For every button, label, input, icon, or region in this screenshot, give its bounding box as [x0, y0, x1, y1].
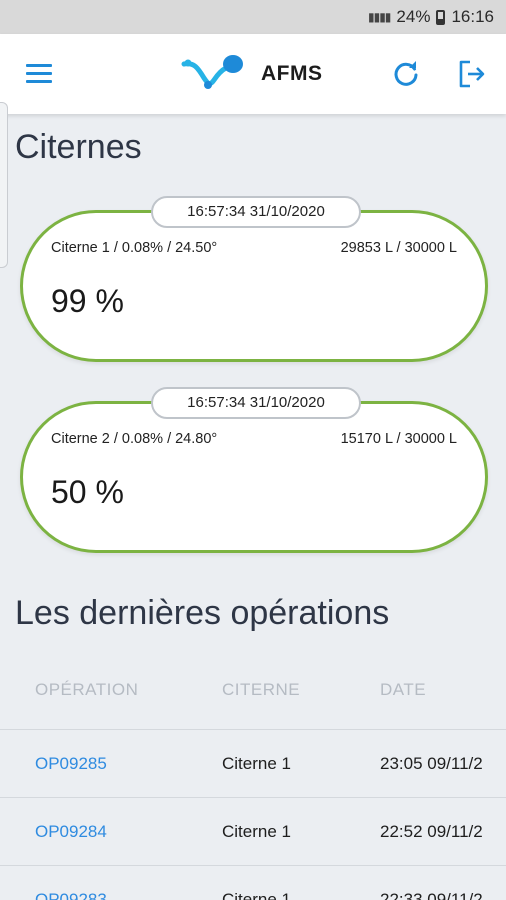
- tank-name: Citerne 2 / 0.08% / 24.80°: [51, 431, 218, 447]
- refresh-icon: [394, 61, 418, 86]
- tank-timestamp: 16:57:34 31/10/2020: [151, 387, 361, 419]
- app-bar: AFMS: [0, 34, 506, 114]
- battery-icon: [436, 9, 446, 25]
- operation-tank: Citerne 1: [222, 822, 291, 841]
- tank-fill-percent: 50 %: [51, 474, 124, 510]
- tank-timestamp: 16:57:34 31/10/2020: [151, 196, 361, 228]
- refresh-button[interactable]: [390, 58, 422, 90]
- operation-link[interactable]: OP09284: [35, 822, 107, 842]
- tank-fill-percent: 99 %: [51, 283, 124, 319]
- menu-button[interactable]: [22, 60, 58, 88]
- operation-link[interactable]: OP09283: [35, 890, 107, 900]
- operation-link[interactable]: OP09285: [35, 754, 107, 774]
- table-row[interactable]: OP09284 Citerne 1 22:52 09/11/2: [0, 797, 506, 864]
- column-header-operation: OPÉRATION: [35, 680, 139, 699]
- logout-icon: [459, 60, 485, 88]
- app-title: AFMS: [261, 62, 323, 85]
- afms-logo-icon: [181, 55, 243, 89]
- operation-date: 22:33 09/11/2: [380, 890, 483, 900]
- hamburger-menu-icon: [26, 64, 52, 67]
- operation-tank: Citerne 1: [222, 754, 291, 773]
- column-header-tank: CITERNE: [222, 680, 301, 699]
- hamburger-line: [26, 72, 52, 75]
- table-row[interactable]: OP09283 Citerne 1 22:33 09/11/2: [0, 865, 506, 900]
- tanks-section-title: Citernes: [15, 128, 142, 166]
- battery-level: 24%: [396, 7, 431, 26]
- drawer-handle[interactable]: [0, 102, 8, 268]
- tank-card[interactable]: 16:57:34 31/10/2020 Citerne 2 / 0.08% / …: [20, 387, 488, 553]
- operations-table-header: OPÉRATION CITERNE DATE: [0, 660, 506, 724]
- clock: 16:16: [451, 7, 494, 26]
- tank-card[interactable]: 16:57:34 31/10/2020 Citerne 1 / 0.08% / …: [20, 196, 488, 362]
- tank-volume: 29853 L / 30000 L: [340, 240, 457, 256]
- operation-date: 22:52 09/11/2: [380, 822, 483, 841]
- operation-date: 23:05 09/11/2: [380, 754, 483, 773]
- table-row[interactable]: OP09285 Citerne 1 23:05 09/11/2: [0, 729, 506, 796]
- tank-volume: 15170 L / 30000 L: [340, 431, 457, 447]
- tank-name: Citerne 1 / 0.08% / 24.50°: [51, 240, 218, 256]
- operations-section-title: Les dernières opérations: [15, 594, 390, 632]
- status-bar: ▮▮▮▮ 24% 16:16: [0, 0, 506, 34]
- signal-icon: ▮▮▮▮: [368, 10, 391, 24]
- column-header-date: DATE: [380, 680, 427, 699]
- logout-button[interactable]: [456, 58, 488, 90]
- operation-tank: Citerne 1: [222, 890, 291, 900]
- hamburger-line: [26, 80, 52, 83]
